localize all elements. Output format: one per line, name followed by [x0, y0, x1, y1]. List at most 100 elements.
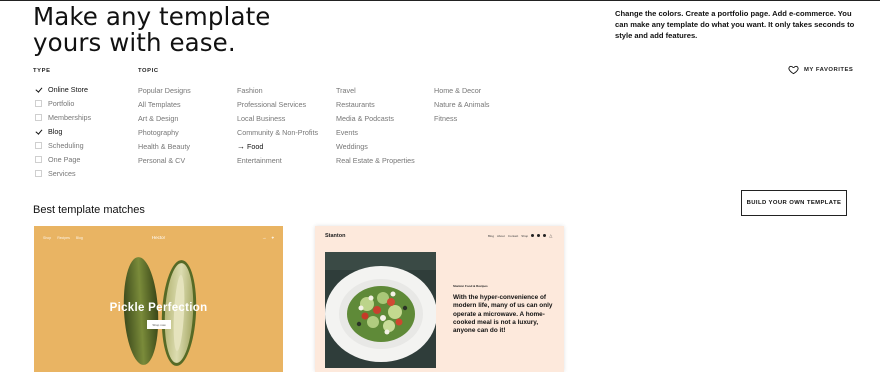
card2-nav-item: Blog: [488, 233, 495, 238]
topic-column-3: Travel Restaurants Media & Podcasts Events W…: [336, 83, 415, 167]
topic-nature-animals[interactable]: Nature & Animals: [434, 97, 490, 111]
social-icon: [531, 234, 535, 237]
topic-all-templates[interactable]: All Templates: [138, 97, 191, 111]
topic-food[interactable]: → Food: [237, 139, 318, 153]
best-matches-title: Best template matches: [33, 204, 145, 216]
topic-entertainment[interactable]: Entertainment: [237, 153, 318, 167]
topic-community-non-profits[interactable]: Community & Non-Profits: [237, 125, 318, 139]
checkbox-icon[interactable]: [35, 99, 42, 107]
template-card-stanton[interactable]: Stanton Blog About Contact Shop △ Stanto…: [315, 226, 564, 372]
salad-photo: [325, 252, 436, 368]
type-option-services[interactable]: Services: [35, 166, 91, 180]
my-favorites-label: MY FAVORITES: [804, 66, 854, 73]
topic-personal-cv[interactable]: Personal & CV: [138, 153, 191, 167]
card1-brand: Hector: [151, 235, 166, 240]
checkbox-icon[interactable]: [35, 113, 42, 121]
topic-label: Media & Podcasts: [336, 113, 394, 123]
type-option-portfolio[interactable]: Portfolio: [35, 96, 91, 110]
type-filter-label: TYPE: [33, 68, 51, 74]
top-divider: [0, 0, 880, 1]
card2-nav-item: About: [497, 233, 505, 238]
topic-column-4: Home & Decor Nature & Animals Fitness: [434, 83, 490, 125]
topic-column-1: Popular Designs All Templates Art & Design…: [138, 83, 191, 167]
card1-title: Pickle Perfection: [109, 302, 208, 314]
checkbox-icon[interactable]: [35, 141, 42, 149]
type-option-label: Services: [48, 168, 76, 178]
type-option-online-store[interactable]: Online Store: [35, 82, 91, 96]
topic-weddings[interactable]: Weddings: [336, 139, 415, 153]
page-headline: Make any template yours with ease.: [33, 2, 271, 57]
card2-nav-item: Shop: [521, 233, 529, 238]
topic-restaurants[interactable]: Restaurants: [336, 97, 415, 111]
type-option-label: Blog: [48, 126, 63, 136]
topic-home-decor[interactable]: Home & Decor: [434, 83, 490, 97]
template-card-hector[interactable]: Shop Recipes Blog Hector → ⌖ Pickle Perf…: [34, 226, 283, 372]
topic-label: Home & Decor: [434, 85, 482, 95]
topic-label: Art & Design: [138, 113, 179, 123]
topic-travel[interactable]: Travel: [336, 83, 415, 97]
card2-kicker: Stanton Food & Recipes: [453, 284, 488, 288]
topic-label: Popular Designs: [138, 85, 191, 95]
topic-fitness[interactable]: Fitness: [434, 111, 490, 125]
type-option-label: Portfolio: [48, 98, 75, 108]
topic-label: Nature & Animals: [434, 99, 490, 109]
checkbox-checked-icon[interactable]: [35, 86, 42, 93]
topic-popular-designs[interactable]: Popular Designs: [138, 83, 191, 97]
checkbox-icon[interactable]: [35, 155, 42, 163]
checkbox-icon[interactable]: [35, 169, 42, 177]
card2-nav: Blog About Contact Shop △: [488, 233, 552, 238]
topic-filter-label: TOPIC: [138, 68, 159, 74]
topic-column-2: Fashion Professional Services Local Busine…: [237, 83, 318, 167]
topic-label: Personal & CV: [138, 155, 186, 165]
card2-nav-item: Contact: [507, 233, 519, 238]
topic-label: Professional Services: [237, 99, 307, 109]
social-icon: [537, 234, 541, 237]
topic-label: Health & Beauty: [138, 141, 190, 151]
cart-icon: △: [549, 233, 553, 238]
topic-events[interactable]: Events: [336, 125, 415, 139]
my-favorites-button[interactable]: MY FAVORITES: [788, 64, 853, 75]
topic-label: Entertainment: [237, 155, 282, 165]
topic-real-estate-properties[interactable]: Real Estate & Properties: [336, 153, 415, 167]
topic-label: All Templates: [138, 99, 181, 109]
card1-cart-icon: ⌖: [271, 235, 274, 240]
topic-label: Photography: [138, 127, 179, 137]
arrow-right-icon: →: [237, 141, 245, 151]
type-option-label: Scheduling: [48, 140, 84, 150]
topic-label: Events: [336, 127, 358, 137]
topic-label: Community & Non-Profits: [237, 127, 319, 137]
card1-icons: → ⌖: [262, 235, 274, 240]
topic-label: Travel: [336, 85, 356, 95]
social-icon: [543, 234, 547, 237]
type-option-label: Online Store: [48, 84, 88, 94]
topic-label: Fashion: [237, 85, 263, 95]
type-option-one-page[interactable]: One Page: [35, 152, 91, 166]
topic-label: Food: [247, 141, 264, 151]
card1-arrow-icon: →: [261, 235, 267, 240]
topic-label: Local Business: [237, 113, 286, 123]
topic-label: Restaurants: [336, 99, 375, 109]
topic-label: Real Estate & Properties: [336, 155, 415, 165]
card2-brand: Stanton: [325, 233, 346, 239]
type-option-label: Memberships: [48, 112, 92, 122]
topic-photography[interactable]: Photography: [138, 125, 191, 139]
topic-label: Weddings: [336, 141, 368, 151]
topic-art-design[interactable]: Art & Design: [138, 111, 191, 125]
type-option-blog[interactable]: Blog: [35, 124, 91, 138]
topic-health-beauty[interactable]: Health & Beauty: [138, 139, 191, 153]
topic-media-podcasts[interactable]: Media & Podcasts: [336, 111, 415, 125]
build-your-own-template-button[interactable]: BUILD YOUR OWN TEMPLATE: [741, 190, 847, 216]
topic-label: Fitness: [434, 113, 458, 123]
type-option-scheduling[interactable]: Scheduling: [35, 138, 91, 152]
intro-text: Change the colors. Create a portfolio pa…: [615, 9, 855, 40]
topic-professional-services[interactable]: Professional Services: [237, 97, 318, 111]
heart-icon: [788, 65, 799, 75]
type-option-label: One Page: [48, 154, 81, 164]
card1-shop-button: Shop now: [147, 320, 171, 329]
topic-local-business[interactable]: Local Business: [237, 111, 318, 125]
type-filter-list: Online Store Portfolio Memberships Blog Sche…: [35, 82, 91, 180]
checkbox-checked-icon[interactable]: [35, 128, 42, 135]
type-option-memberships[interactable]: Memberships: [35, 110, 91, 124]
card2-body-text: With the hyper-convenience of modern lif…: [453, 294, 553, 335]
topic-fashion[interactable]: Fashion: [237, 83, 318, 97]
